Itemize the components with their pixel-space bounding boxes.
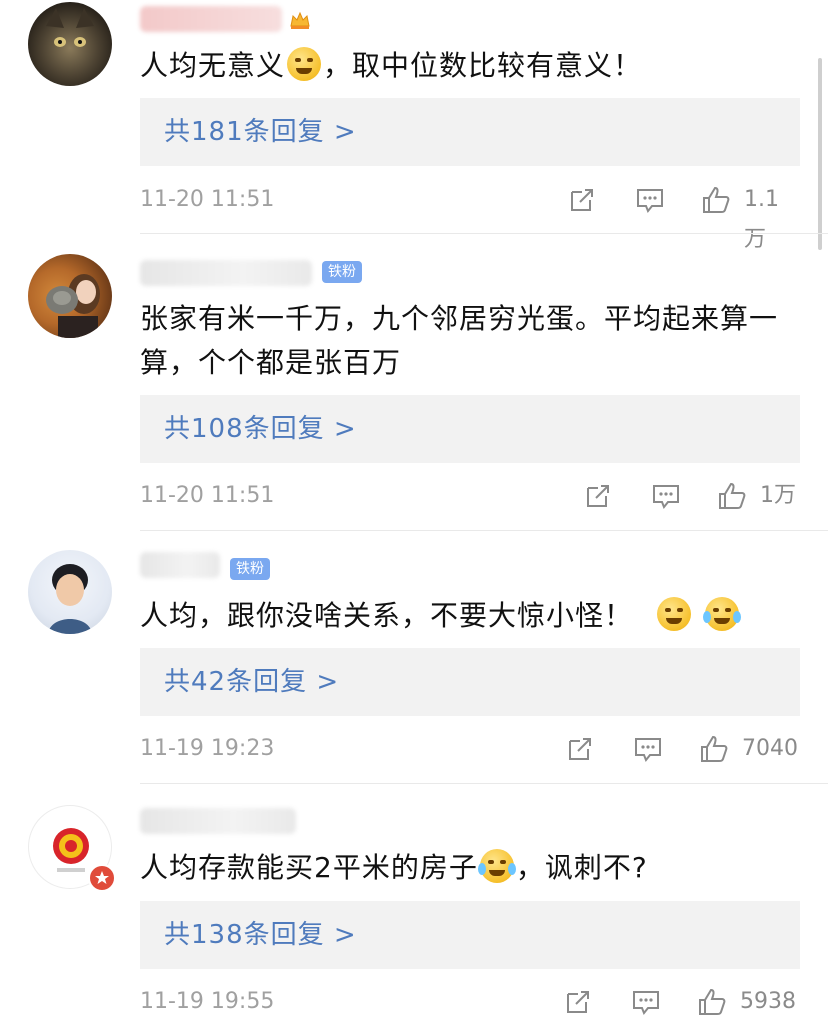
username-blurred[interactable] (140, 6, 282, 32)
timestamp: 11-19 19:23 (140, 736, 275, 761)
timestamp: 11-20 11:51 (140, 483, 275, 508)
fan-badge: 铁粉 (230, 558, 270, 580)
view-replies-link[interactable]: 共108条回复 > (164, 395, 357, 463)
sweat-smile-emoji (656, 597, 691, 631)
reply-box[interactable]: 共181条回复 > (140, 98, 800, 166)
avatar[interactable] (28, 2, 112, 86)
comment-text: 张家有米一千万，九个邻居穷光蛋。平均起来算一算，个个都是张百万 (140, 302, 779, 379)
timestamp: 11-20 11:51 (140, 187, 275, 212)
person-with-pet-avatar-image (46, 274, 100, 338)
comment-meta: 11-19 19:55 5938 (140, 982, 800, 1022)
share-icon[interactable] (562, 986, 594, 1018)
like-count: 7040 (742, 736, 798, 761)
verified-badge-icon (88, 864, 116, 892)
comment-icon[interactable] (650, 480, 682, 512)
cat-avatar-image (46, 8, 94, 47)
username-blurred[interactable] (140, 260, 312, 286)
share-icon[interactable] (564, 733, 596, 765)
dizzy-face-emoji (287, 47, 322, 81)
thumbs-up-icon[interactable] (698, 733, 730, 765)
divider (140, 233, 828, 234)
comment-meta: 11-19 19:23 7040 (140, 729, 800, 769)
view-replies-link[interactable]: 共42条回复 > (164, 648, 339, 716)
divider (140, 530, 828, 531)
username-blurred[interactable] (140, 552, 220, 578)
comment-meta: 11-20 11:51 1万 (140, 476, 800, 516)
thumbs-up-icon[interactable] (696, 986, 728, 1018)
comment-icon[interactable] (634, 184, 666, 216)
reply-box[interactable]: 共42条回复 > (140, 648, 800, 716)
share-icon[interactable] (566, 184, 598, 216)
view-replies-link[interactable]: 共181条回复 > (164, 98, 357, 166)
share-icon[interactable] (582, 480, 614, 512)
crying-laugh-emoji (477, 849, 516, 883)
thumbs-up-icon[interactable] (700, 184, 732, 216)
thumbs-up-icon[interactable] (716, 480, 748, 512)
comment-text: 人均存款能买2平米的房子 ，讽刺不? (140, 849, 648, 884)
like-count: 1.1万 (744, 187, 779, 252)
comment-text: 人均无意义 ，取中位数比较有意义！ (140, 47, 643, 82)
comment-icon[interactable] (632, 733, 664, 765)
reply-box[interactable]: 共108条回复 > (140, 395, 800, 463)
person-avatar-image (48, 564, 92, 634)
like-count: 5938 (740, 989, 796, 1014)
username-blurred[interactable] (140, 808, 296, 834)
comment-meta: 11-20 11:51 1.1万 (140, 180, 800, 252)
divider (140, 783, 828, 784)
view-replies-link[interactable]: 共138条回复 > (164, 901, 357, 969)
reply-box[interactable]: 共138条回复 > (140, 901, 800, 969)
comment-icon[interactable] (630, 986, 662, 1018)
avatar[interactable] (28, 254, 112, 338)
timestamp: 11-19 19:55 (140, 989, 275, 1014)
comment-text: 人均，跟你没啥关系，不要大惊小怪！ (140, 594, 800, 638)
avatar[interactable] (28, 550, 112, 634)
scrollbar[interactable] (818, 58, 822, 250)
crying-laugh-emoji (702, 597, 741, 631)
fan-badge: 铁粉 (322, 261, 362, 283)
crown-badge-icon (290, 11, 310, 29)
like-count: 1万 (760, 483, 796, 508)
